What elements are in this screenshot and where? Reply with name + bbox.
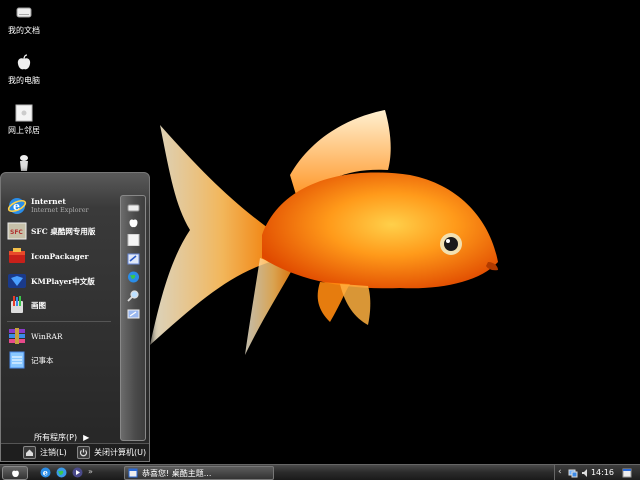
run-icon[interactable] xyxy=(127,308,140,320)
quicklaunch-media-icon[interactable] xyxy=(72,467,83,478)
taskbar-window-label: 恭喜您! 桌酷主题... xyxy=(142,468,212,478)
taskbar: e » 恭喜您! 桌酷主题... ‹ 14:16 xyxy=(0,464,640,480)
desktop-icon-label: 网上邻居 xyxy=(8,126,40,135)
notepad-icon xyxy=(7,350,27,370)
start-menu-item-iconpackager[interactable]: IconPackager xyxy=(7,245,113,267)
program-title: IconPackager xyxy=(31,251,89,261)
program-title: WinRAR xyxy=(31,331,63,341)
program-title: 画图 xyxy=(31,300,46,310)
volume-icon[interactable] xyxy=(581,468,591,478)
start-menu: e Internet Internet Explorer SFC SFC 桌酷网… xyxy=(0,172,150,462)
all-programs-label: 所有程序(P) xyxy=(34,433,78,442)
winrar-icon xyxy=(7,326,27,346)
desktop-icon-label: 我的电脑 xyxy=(8,76,40,85)
start-button[interactable] xyxy=(2,466,28,480)
shutdown-button[interactable]: 关闭计算机(U) xyxy=(77,446,146,459)
sfc-icon: SFC xyxy=(7,221,27,241)
desktop-icon-my-computer[interactable]: 我的电脑 xyxy=(0,54,48,86)
start-menu-item-internet[interactable]: e Internet Internet Explorer xyxy=(7,195,113,217)
search-icon[interactable] xyxy=(127,290,140,302)
desktop-icon-network[interactable]: 网上邻居 xyxy=(0,104,48,136)
show-desktop-icon[interactable] xyxy=(622,468,632,478)
network-tray-icon[interactable] xyxy=(568,468,578,478)
menu-separator xyxy=(7,321,111,322)
start-menu-item-notepad[interactable]: 记事本 xyxy=(7,349,113,371)
power-icon xyxy=(77,446,90,459)
logoff-label: 注销(L) xyxy=(40,448,67,457)
all-programs-button[interactable]: 所有程序(P) ▶ xyxy=(34,432,89,443)
quicklaunch-expand-icon[interactable]: » xyxy=(88,467,99,478)
recycle-bin-icon xyxy=(14,154,34,172)
drive-icon[interactable] xyxy=(127,202,140,214)
globe-icon[interactable] xyxy=(127,271,140,283)
internet-explorer-icon: e xyxy=(7,196,27,216)
clock[interactable]: 14:16 xyxy=(591,468,614,477)
svg-text:e: e xyxy=(43,468,48,478)
apple-icon[interactable] xyxy=(127,217,140,229)
start-menu-item-sfc[interactable]: SFC SFC 桌酷网专用版 xyxy=(7,220,113,242)
arrow-right-icon: ▶ xyxy=(83,433,90,442)
start-menu-item-kmplayer[interactable]: KMPlayer中文版 xyxy=(7,270,113,292)
apple-icon xyxy=(14,54,34,72)
start-menu-item-winrar[interactable]: WinRAR xyxy=(7,325,113,347)
system-tray: ‹ 14:16 xyxy=(554,465,640,480)
network-icon xyxy=(14,104,34,122)
shutdown-label: 关闭计算机(U) xyxy=(94,448,147,457)
program-title: Internet xyxy=(31,197,66,206)
svg-text:SFC: SFC xyxy=(10,229,23,236)
document-icon xyxy=(128,468,138,478)
program-subtitle: Internet Explorer xyxy=(31,206,89,214)
logoff-button[interactable]: 注销(L) xyxy=(23,446,67,459)
taskbar-window-button[interactable]: 恭喜您! 桌酷主题... xyxy=(124,466,274,480)
start-menu-item-paint[interactable]: 画图 xyxy=(7,294,113,316)
svg-text:e: e xyxy=(13,200,20,213)
control-panel-icon[interactable] xyxy=(127,253,140,265)
paint-icon xyxy=(7,295,27,315)
apple-icon xyxy=(11,470,19,477)
tray-expand-icon[interactable]: ‹ xyxy=(558,467,562,477)
drive-icon xyxy=(14,4,34,22)
program-title: KMPlayer中文版 xyxy=(31,276,95,286)
network-icon[interactable] xyxy=(127,233,140,247)
desktop-icon-my-documents[interactable]: 我的文档 xyxy=(0,4,48,36)
start-menu-footer: 注销(L) 关闭计算机(U) xyxy=(1,443,149,461)
home-icon xyxy=(23,446,36,459)
program-title: SFC 桌酷网专用版 xyxy=(31,226,96,236)
quicklaunch-globe-icon[interactable] xyxy=(56,467,67,478)
program-title: 记事本 xyxy=(31,355,54,365)
desktop-icon-label: 我的文档 xyxy=(8,26,40,35)
quicklaunch-ie-icon[interactable]: e xyxy=(40,467,51,478)
iconpackager-icon xyxy=(7,246,27,266)
start-menu-right-column xyxy=(120,195,146,441)
kmplayer-icon xyxy=(7,271,27,291)
